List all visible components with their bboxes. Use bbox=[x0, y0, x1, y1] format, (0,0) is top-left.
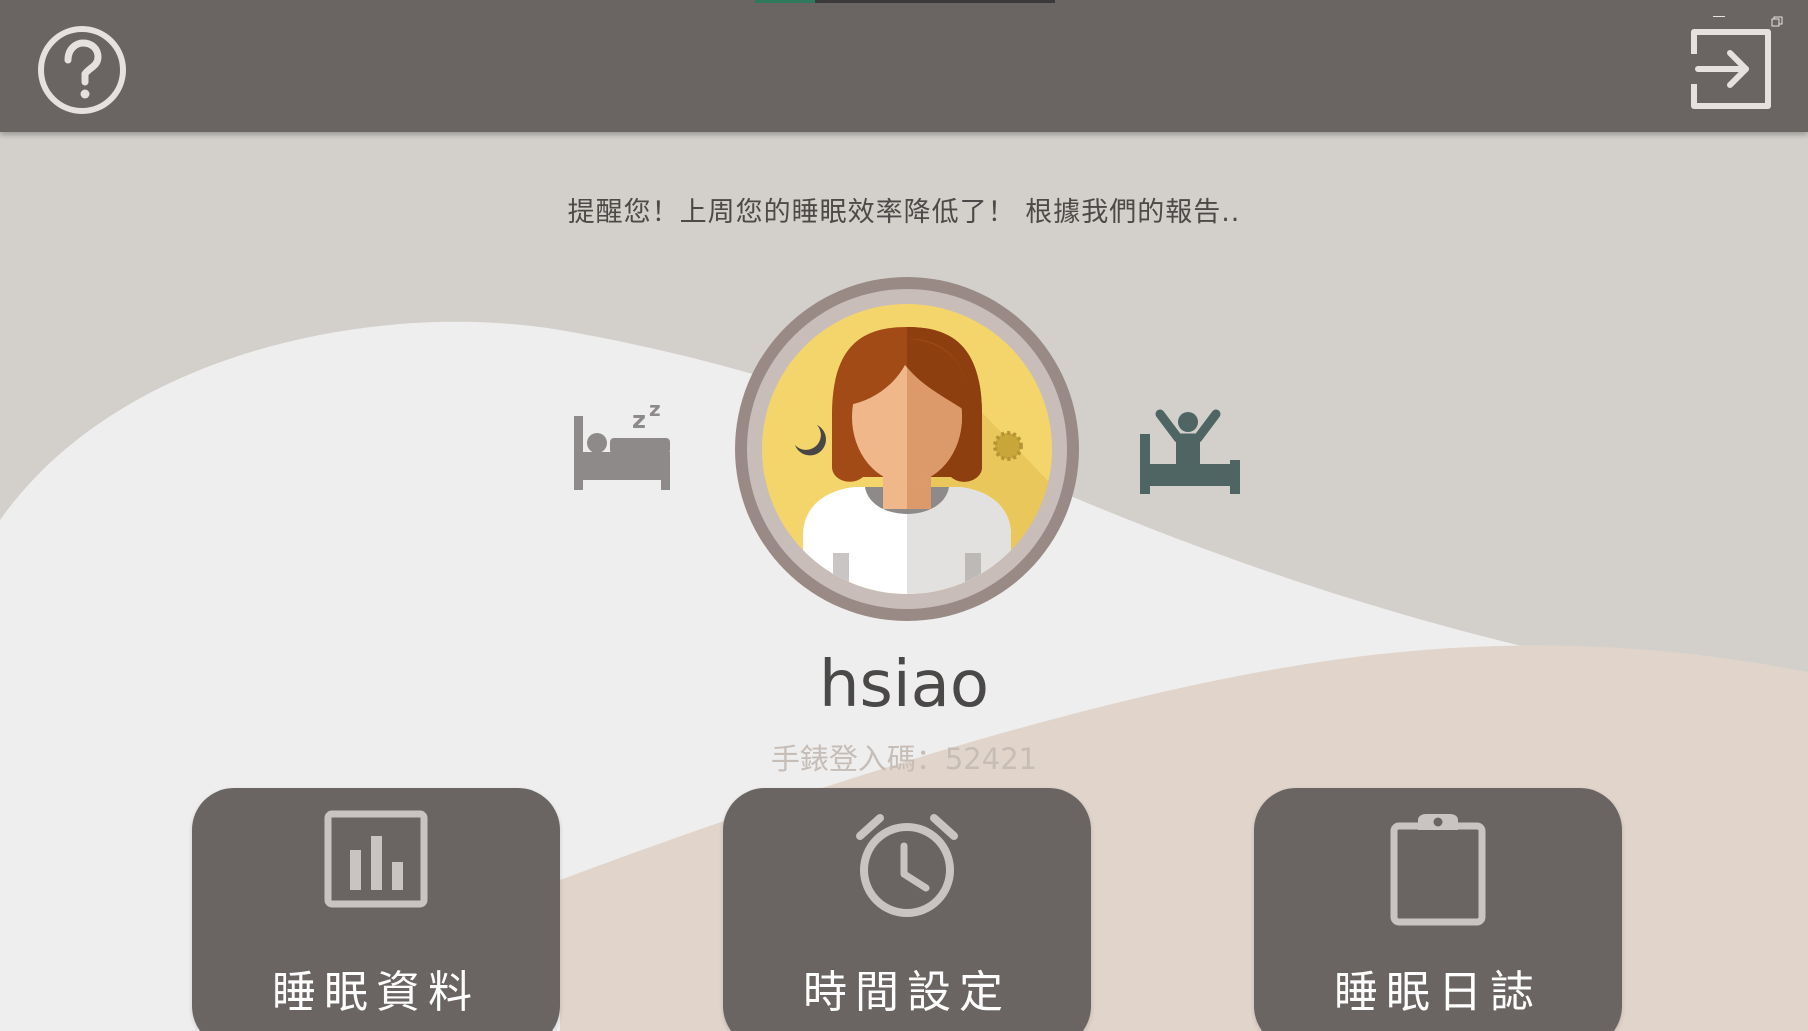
watch-login-code: 手錶登入碼：52421 bbox=[770, 742, 1038, 776]
bar-chart-icon bbox=[324, 810, 428, 908]
user-avatar[interactable] bbox=[733, 275, 1081, 623]
wake-up-icon bbox=[1138, 408, 1242, 496]
svg-text:z: z bbox=[632, 406, 646, 434]
time-settings-button[interactable]: 時間設定 bbox=[723, 788, 1091, 1031]
clipboard-icon bbox=[1390, 814, 1486, 926]
logout-button[interactable] bbox=[1688, 26, 1774, 112]
sleep-data-button[interactable]: 睡眠資料 bbox=[192, 788, 560, 1031]
alarm-clock-icon bbox=[856, 814, 958, 917]
exit-arrow-icon bbox=[1691, 29, 1771, 109]
help-button[interactable] bbox=[36, 24, 128, 116]
sleep-diary-label: 睡眠日誌 bbox=[1334, 967, 1542, 1018]
bed-sleep-icon: z z bbox=[572, 397, 672, 493]
svg-text:z: z bbox=[649, 398, 661, 421]
help-circle-icon bbox=[38, 26, 126, 114]
top-bar bbox=[0, 0, 1808, 132]
app-screen: 提醒您！上周您的睡眠效率降低了！ 根據我們的報告.. z z hsiao 手錶登… bbox=[0, 0, 1808, 1031]
username: hsiao bbox=[818, 648, 990, 722]
sleep-efficiency-reminder[interactable]: 提醒您！上周您的睡眠效率降低了！ 根據我們的報告.. bbox=[0, 190, 1808, 229]
sleep-diary-button[interactable]: 睡眠日誌 bbox=[1254, 788, 1622, 1031]
window-minimize-button[interactable] bbox=[1713, 10, 1727, 18]
window-restore-button[interactable] bbox=[1771, 13, 1783, 27]
sleep-data-label: 睡眠資料 bbox=[272, 967, 480, 1018]
top-accent-line bbox=[755, 0, 1055, 3]
avatar-day-night-icon bbox=[735, 277, 1079, 621]
time-settings-label: 時間設定 bbox=[803, 967, 1011, 1018]
